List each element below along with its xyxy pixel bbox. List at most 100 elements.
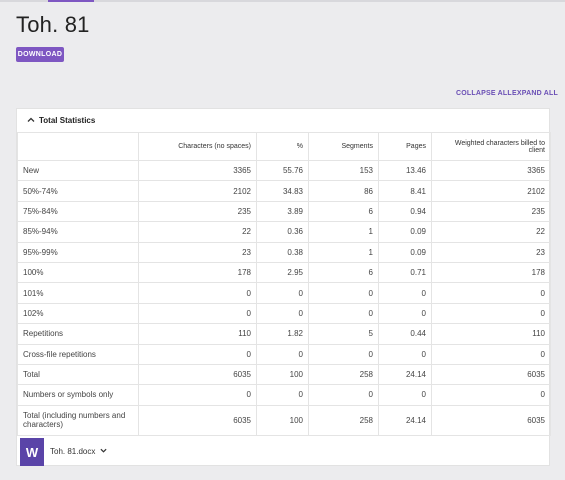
table-cell: 23 xyxy=(431,241,551,263)
row-label: Repetitions xyxy=(17,323,139,345)
table-cell: 153 xyxy=(308,159,379,182)
table-cell: 0 xyxy=(256,384,309,406)
table-cell: 0 xyxy=(378,282,432,304)
table-cell: 100 xyxy=(256,363,309,386)
file-selector[interactable]: W Toh. 81.docx xyxy=(17,434,549,466)
table-cell: 0 xyxy=(378,384,432,406)
table-cell: 0 xyxy=(256,343,309,365)
table-cell: 24.14 xyxy=(378,363,432,386)
table-cell: 0 xyxy=(431,343,551,365)
table-cell: 13.46 xyxy=(378,159,432,182)
table-cell: 86 xyxy=(308,180,379,202)
table-cell: 24.14 xyxy=(378,404,432,436)
table-cell: 2.95 xyxy=(256,261,309,284)
file-name[interactable]: Toh. 81.docx xyxy=(50,447,95,456)
row-label: 102% xyxy=(17,302,139,325)
table-cell: 2102 xyxy=(138,180,257,202)
table-cell: 0 xyxy=(431,282,551,304)
table-cell: 178 xyxy=(431,261,551,284)
collapse-all-link[interactable]: COLLAPSE ALL xyxy=(456,90,512,97)
row-label: 85%-94% xyxy=(17,221,139,243)
row-label: 100% xyxy=(17,261,139,284)
column-header: Weighted characters billed to client xyxy=(431,132,551,161)
table-cell: 3365 xyxy=(431,159,551,182)
row-label: 50%-74% xyxy=(17,180,139,202)
table-cell: 1.82 xyxy=(256,323,309,345)
table-cell: 0 xyxy=(308,282,379,304)
table-cell: 0 xyxy=(138,343,257,365)
column-header xyxy=(17,132,139,161)
section-title: Total Statistics xyxy=(39,116,96,125)
row-label: Total xyxy=(17,363,139,386)
table-cell: 6035 xyxy=(138,363,257,386)
table-cell: 0.09 xyxy=(378,241,432,263)
table-cell: 6035 xyxy=(431,404,551,436)
table-cell: 235 xyxy=(431,200,551,223)
page-title: Toh. 81 xyxy=(16,12,90,37)
table-row: 102% 0 0 0 0 0 xyxy=(17,302,551,325)
table-row: 75%-84% 235 3.89 6 0.94 235 xyxy=(17,200,551,223)
section-header[interactable]: Total Statistics xyxy=(17,109,549,133)
row-label: 75%-84% xyxy=(17,200,139,223)
table-cell: 34.83 xyxy=(256,180,309,202)
download-button[interactable]: DOWNLOAD xyxy=(16,47,64,62)
table-cell: 0.36 xyxy=(256,221,309,243)
table-cell: 0 xyxy=(431,302,551,325)
table-cell: 110 xyxy=(431,323,551,345)
table-cell: 110 xyxy=(138,323,257,345)
table-row: 50%-74% 2102 34.83 86 8.41 2102 xyxy=(17,180,551,202)
table-row: 85%-94% 22 0.36 1 0.09 22 xyxy=(17,221,551,243)
table-cell: 0.09 xyxy=(378,221,432,243)
table-cell: 1 xyxy=(308,221,379,243)
table-cell: 178 xyxy=(138,261,257,284)
table-cell: 0 xyxy=(138,384,257,406)
table-cell: 258 xyxy=(308,363,379,386)
chevron-down-icon[interactable] xyxy=(100,447,107,454)
table-cell: 0.44 xyxy=(378,323,432,345)
active-tab-indicator xyxy=(48,0,94,2)
table-cell: 22 xyxy=(138,221,257,243)
table-cell: 0 xyxy=(378,302,432,325)
table-cell: 0.94 xyxy=(378,200,432,223)
table-cell: 3.89 xyxy=(256,200,309,223)
table-cell: 6035 xyxy=(431,363,551,386)
table-cell: 0 xyxy=(138,302,257,325)
table-cell: 0 xyxy=(308,343,379,365)
table-row: 95%-99% 23 0.38 1 0.09 23 xyxy=(17,241,551,263)
chevron-up-icon[interactable] xyxy=(27,116,35,124)
table-cell: 55.76 xyxy=(256,159,309,182)
table-cell: 0 xyxy=(308,302,379,325)
row-label: New xyxy=(17,159,139,182)
column-header: % xyxy=(256,132,309,161)
table-cell: 0 xyxy=(308,384,379,406)
table-cell: 3365 xyxy=(138,159,257,182)
table-cell: 0.38 xyxy=(256,241,309,263)
statistics-card: Total Statistics Characters (no spaces) … xyxy=(16,108,551,466)
column-header: Characters (no spaces) xyxy=(138,132,257,161)
table-cell: 2102 xyxy=(431,180,551,202)
table-cell: 6 xyxy=(308,200,379,223)
row-label: 101% xyxy=(17,282,139,304)
row-label: Numbers or symbols only xyxy=(17,384,139,406)
table-row: Numbers or symbols only 0 0 0 0 0 xyxy=(17,384,551,406)
row-label: 95%-99% xyxy=(17,241,139,263)
expand-all-link[interactable]: EXPAND ALL xyxy=(512,90,558,97)
row-label: Total (including numbers and characters) xyxy=(17,404,139,436)
table-cell: 0.71 xyxy=(378,261,432,284)
table-cell: 22 xyxy=(431,221,551,243)
word-file-icon: W xyxy=(20,438,44,466)
table-cell: 100 xyxy=(256,404,309,436)
row-label: Cross-file repetitions xyxy=(17,343,139,365)
table-header-row: Characters (no spaces) % Segments Pages … xyxy=(17,132,551,161)
statistics-table: Characters (no spaces) % Segments Pages … xyxy=(17,132,551,436)
table-row: Total 6035 100 258 24.14 6035 xyxy=(17,363,551,386)
table-cell: 6 xyxy=(308,261,379,284)
table-cell: 23 xyxy=(138,241,257,263)
column-header: Segments xyxy=(308,132,379,161)
table-cell: 0 xyxy=(256,282,309,304)
table-row: 101% 0 0 0 0 0 xyxy=(17,282,551,304)
table-row: Cross-file repetitions 0 0 0 0 0 xyxy=(17,343,551,365)
table-row: Repetitions 110 1.82 5 0.44 110 xyxy=(17,323,551,345)
table-cell: 0 xyxy=(378,343,432,365)
table-row: Total (including numbers and characters)… xyxy=(17,404,551,436)
